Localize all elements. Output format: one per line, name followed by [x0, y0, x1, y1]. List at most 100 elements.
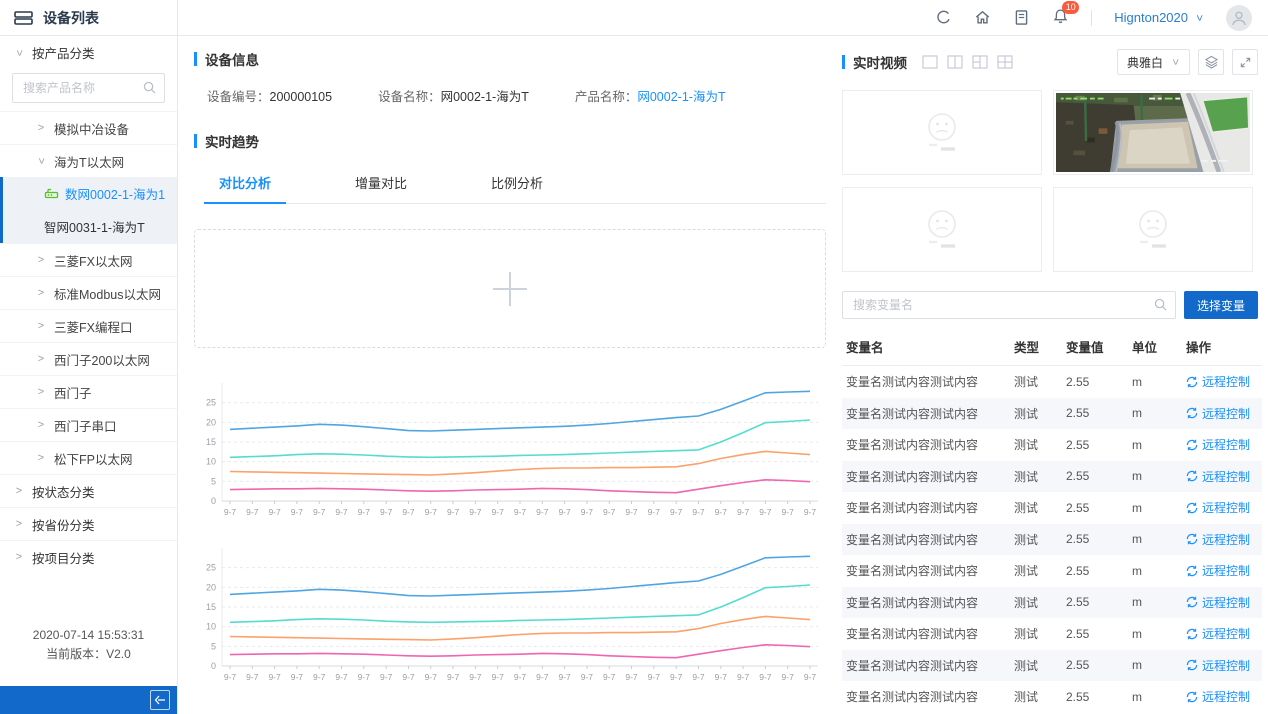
svg-text:20: 20 [206, 417, 216, 427]
layout-1-icon[interactable] [922, 55, 938, 69]
remote-control-link[interactable]: 远程控制 [1186, 657, 1250, 674]
svg-text:20: 20 [206, 582, 216, 592]
notifications-button[interactable]: 10 [1052, 8, 1069, 28]
cell-type: 测试 [1010, 681, 1062, 713]
video-slot-empty-1[interactable] [842, 90, 1042, 175]
remote-control-link[interactable]: 远程控制 [1186, 531, 1250, 548]
collapse-left-icon [154, 695, 166, 705]
sidebar-item[interactable]: >三菱FX编程口 [0, 309, 177, 342]
svg-text:9-7: 9-7 [447, 672, 460, 682]
remote-control-link[interactable]: 远程控制 [1186, 625, 1250, 642]
sidebar-header: 设备列表 [0, 0, 177, 36]
home-icon[interactable] [974, 9, 991, 26]
cell-value: 2.55 [1062, 587, 1128, 619]
video-slot-live-feed[interactable] [1053, 90, 1253, 175]
remote-control-link[interactable]: 远程控制 [1186, 688, 1250, 705]
tab-ratio-analysis[interactable]: 比例分析 [476, 164, 558, 203]
sidebar-item[interactable]: >西门子串口 [0, 408, 177, 441]
sidebar-device-sibling[interactable]: 智网0031-1-海为T [3, 210, 177, 243]
variable-search-row: 选择变量 [842, 291, 1258, 319]
svg-text:9-7: 9-7 [603, 507, 616, 517]
svg-text:9-7: 9-7 [715, 507, 728, 517]
chevron-right-icon: > [14, 485, 24, 497]
notification-badge: 10 [1062, 1, 1079, 14]
sidebar-group-label: 按项目分类 [32, 548, 95, 567]
cell-variable-name: 变量名测试内容测试内容 [842, 524, 1010, 556]
svg-text:9-7: 9-7 [737, 672, 750, 682]
theme-select[interactable]: 典雅白 > [1117, 49, 1190, 75]
sidebar-item-simulated-device[interactable]: > 模拟中冶设备 [0, 111, 177, 144]
refresh-icon[interactable] [935, 9, 952, 26]
sidebar-group-haiwei[interactable]: > 海为T以太网 [0, 144, 177, 177]
cell-value: 2.55 [1062, 492, 1128, 524]
select-variable-button[interactable]: 选择变量 [1184, 291, 1258, 319]
version-label: 当前版本：V2.0 [0, 645, 177, 664]
sidebar-group[interactable]: >按状态分类 [0, 474, 177, 507]
remote-control-link[interactable]: 远程控制 [1186, 594, 1250, 611]
collapse-sidebar-button[interactable] [150, 690, 170, 710]
user-menu[interactable]: Hignton2020 > [1114, 10, 1204, 25]
cell-type: 测试 [1010, 366, 1062, 398]
trend-chart-2: 05101520259-79-79-79-79-79-79-79-79-79-7… [194, 538, 826, 688]
remote-control-link[interactable]: 远程控制 [1186, 373, 1250, 390]
sidebar-tree: > 按产品分类 > 模拟中冶设备 > 海为T以太网 [0, 36, 177, 686]
video-slot-empty-2[interactable] [842, 187, 1042, 272]
remote-control-link[interactable]: 远程控制 [1186, 562, 1250, 579]
remote-control-link[interactable]: 远程控制 [1186, 499, 1250, 516]
sidebar-item[interactable]: >标准Modbus以太网 [0, 276, 177, 309]
table-row: 变量名测试内容测试内容测试2.55m远程控制 [842, 618, 1262, 650]
layout-4-icon[interactable] [997, 55, 1013, 69]
sidebar-group[interactable]: >按项目分类 [0, 540, 177, 573]
remote-control-icon [1186, 376, 1198, 388]
cell-variable-name: 变量名测试内容测试内容 [842, 587, 1010, 619]
remote-control-link[interactable]: 远程控制 [1186, 405, 1250, 422]
cell-variable-name: 变量名测试内容测试内容 [842, 681, 1010, 713]
sidebar-item-label: 标准Modbus以太网 [54, 284, 161, 303]
search-icon[interactable] [1153, 297, 1168, 312]
svg-text:9-7: 9-7 [625, 672, 638, 682]
remote-control-icon [1186, 470, 1198, 482]
variable-search-input[interactable] [842, 291, 1176, 319]
add-chart-dropzone[interactable] [194, 229, 826, 348]
remote-control-link[interactable]: 远程控制 [1186, 468, 1250, 485]
sidebar-item[interactable]: >松下FP以太网 [0, 441, 177, 474]
sidebar-group-by-product[interactable]: > 按产品分类 [0, 36, 177, 69]
video-slot-empty-3[interactable] [1053, 187, 1253, 272]
chevron-right-icon: > [36, 254, 46, 266]
col-variable-name: 变量名 [842, 328, 1010, 366]
layout-2-icon[interactable] [947, 55, 963, 69]
table-header-row: 变量名 类型 变量值 单位 操作 [842, 328, 1262, 366]
chevron-right-icon: > [36, 419, 46, 431]
svg-text:15: 15 [206, 602, 216, 612]
table-row: 变量名测试内容测试内容测试2.55m远程控制 [842, 587, 1262, 619]
variable-search [842, 291, 1176, 319]
sidebar-group-label: 海为T以太网 [54, 152, 124, 171]
svg-text:9-7: 9-7 [782, 507, 795, 517]
sidebar-item[interactable]: >西门子 [0, 375, 177, 408]
product-name-link[interactable]: 网0002-1-海为T [637, 90, 725, 104]
chevron-down-icon: > [35, 156, 47, 166]
no-video-placeholder-icon [1125, 208, 1181, 252]
svg-text:9-7: 9-7 [692, 507, 705, 517]
remote-control-link[interactable]: 远程控制 [1186, 436, 1250, 453]
svg-text:9-7: 9-7 [625, 507, 638, 517]
sidebar-group[interactable]: >按省份分类 [0, 507, 177, 540]
svg-text:9-7: 9-7 [335, 507, 348, 517]
avatar[interactable] [1226, 5, 1252, 31]
chevron-right-icon: > [36, 320, 46, 332]
cell-unit: m [1128, 524, 1182, 556]
document-icon[interactable] [1013, 9, 1030, 26]
layers-button[interactable] [1198, 49, 1224, 75]
search-icon[interactable] [142, 80, 157, 95]
svg-text:10: 10 [206, 622, 216, 632]
sidebar-item[interactable]: >三菱FX以太网 [0, 243, 177, 276]
layout-3-icon[interactable] [972, 55, 988, 69]
svg-text:9-7: 9-7 [313, 672, 326, 682]
sidebar-device-selected[interactable]: 数网0002-1-海为1 [3, 177, 177, 210]
cell-value: 2.55 [1062, 681, 1128, 713]
tab-compare-analysis[interactable]: 对比分析 [204, 164, 286, 204]
fullscreen-button[interactable] [1232, 49, 1258, 75]
sidebar-item[interactable]: >西门子200以太网 [0, 342, 177, 375]
tab-increment-compare[interactable]: 增量对比 [340, 164, 422, 203]
svg-text:9-7: 9-7 [469, 672, 482, 682]
